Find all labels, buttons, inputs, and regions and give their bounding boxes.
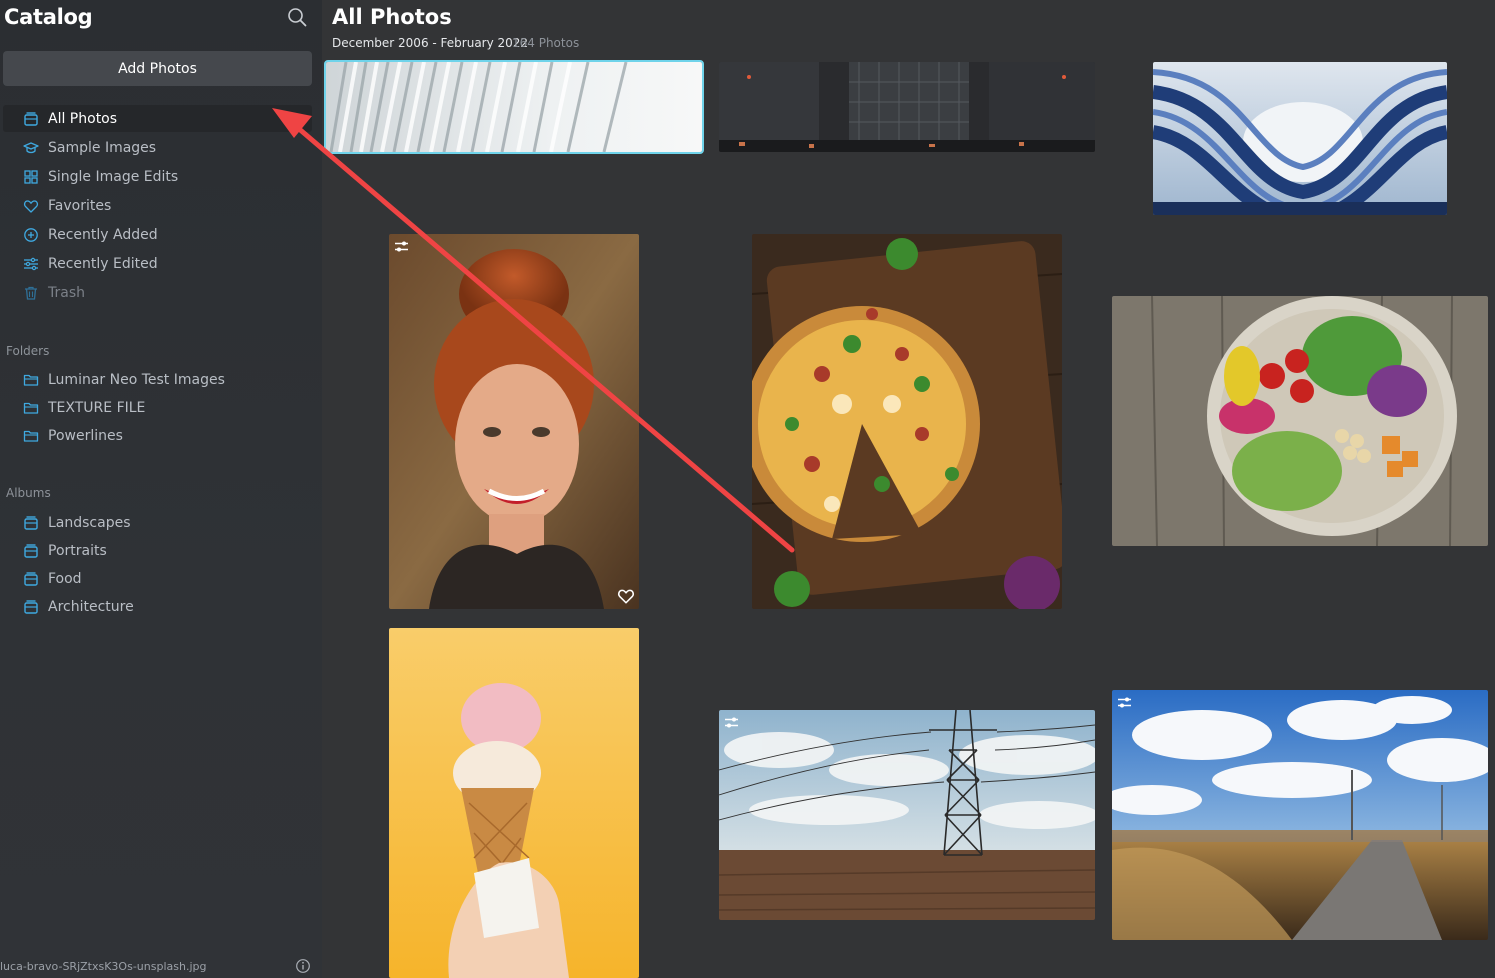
graduation-cap-icon bbox=[22, 139, 40, 157]
album-label: Landscapes bbox=[48, 514, 131, 531]
photo-image bbox=[752, 234, 1062, 609]
folder-icon bbox=[22, 399, 40, 417]
sidebar-item-recently-added[interactable]: Recently Added bbox=[3, 221, 312, 248]
sidebar-item-label: Recently Added bbox=[48, 226, 158, 243]
photo-thumbnail-architecture-blue[interactable] bbox=[1153, 62, 1447, 215]
folder-item[interactable]: Luminar Neo Test Images bbox=[3, 366, 312, 393]
photo-image bbox=[719, 710, 1095, 920]
album-icon bbox=[22, 570, 40, 588]
photo-image bbox=[1153, 62, 1447, 215]
photo-image bbox=[389, 234, 639, 609]
album-icon bbox=[22, 514, 40, 532]
folder-label: TEXTURE FILE bbox=[48, 399, 146, 416]
albums-section-label: Albums bbox=[6, 486, 51, 500]
photo-thumbnail-architecture-white[interactable] bbox=[324, 60, 704, 154]
folder-item[interactable]: TEXTURE FILE bbox=[3, 394, 312, 421]
all-photos-icon bbox=[22, 110, 40, 128]
selected-filename: luca-bravo-SRjZtxsK3Os-unsplash.jpg bbox=[0, 960, 207, 973]
album-item[interactable]: Landscapes bbox=[3, 509, 312, 536]
folder-icon bbox=[22, 427, 40, 445]
page-title: All Photos bbox=[332, 5, 452, 29]
sidebar-item-label: All Photos bbox=[48, 110, 118, 127]
sliders-icon bbox=[22, 255, 40, 273]
sidebar-item-label: Single Image Edits bbox=[48, 168, 179, 185]
photo-image bbox=[719, 62, 1095, 152]
photo-image bbox=[1112, 690, 1488, 940]
photo-image bbox=[389, 628, 639, 978]
album-icon bbox=[22, 542, 40, 560]
photo-thumbnail-road-landscape[interactable] bbox=[1112, 690, 1488, 940]
favorite-heart-icon[interactable] bbox=[617, 587, 635, 605]
sidebar-item-sample-images[interactable]: Sample Images bbox=[3, 134, 312, 161]
catalog-title: Catalog bbox=[4, 5, 93, 29]
photo-image bbox=[1112, 296, 1488, 546]
add-photos-button[interactable]: Add Photos bbox=[3, 51, 312, 86]
sidebar-item-label: Sample Images bbox=[48, 139, 157, 156]
edited-badge-icon bbox=[393, 238, 410, 255]
folder-icon bbox=[22, 371, 40, 389]
date-range: December 2006 - February 2022 bbox=[332, 36, 529, 50]
sidebar-item-favorites[interactable]: Favorites bbox=[3, 192, 312, 219]
sidebar-item-label: Trash bbox=[48, 284, 85, 301]
grid-icon bbox=[22, 168, 40, 186]
sidebar: Catalog Add Photos All Photos Sample Ima… bbox=[0, 0, 322, 978]
album-icon bbox=[22, 598, 40, 616]
sidebar-item-label: Favorites bbox=[48, 197, 112, 214]
photo-thumbnail-powerlines[interactable] bbox=[719, 710, 1095, 920]
album-item[interactable]: Food bbox=[3, 565, 312, 592]
folders-section-label: Folders bbox=[6, 344, 50, 358]
photo-thumbnail-pizza[interactable] bbox=[752, 234, 1062, 609]
album-item[interactable]: Architecture bbox=[3, 593, 312, 620]
heart-icon bbox=[22, 197, 40, 215]
photo-count: 164 Photos bbox=[512, 36, 580, 50]
sidebar-item-all-photos[interactable]: All Photos bbox=[3, 105, 312, 132]
search-icon[interactable] bbox=[286, 6, 308, 28]
album-item[interactable]: Portraits bbox=[3, 537, 312, 564]
edited-badge-icon bbox=[1116, 694, 1133, 711]
sidebar-item-single-image-edits[interactable]: Single Image Edits bbox=[3, 163, 312, 190]
photo-thumbnail-ice-cream[interactable] bbox=[389, 628, 639, 978]
photo-thumbnail-skyscraper-dark[interactable] bbox=[719, 62, 1095, 152]
album-label: Portraits bbox=[48, 542, 107, 559]
plus-circle-icon bbox=[22, 226, 40, 244]
edited-badge-icon bbox=[723, 714, 740, 731]
photo-thumbnail-salad[interactable] bbox=[1112, 296, 1488, 546]
photo-thumbnail-portrait[interactable] bbox=[389, 234, 639, 609]
folder-item[interactable]: Powerlines bbox=[3, 422, 312, 449]
album-label: Architecture bbox=[48, 598, 134, 615]
folder-label: Powerlines bbox=[48, 427, 123, 444]
info-icon[interactable] bbox=[295, 958, 311, 974]
photo-image bbox=[326, 62, 702, 152]
trash-icon bbox=[22, 284, 40, 302]
sidebar-item-trash[interactable]: Trash bbox=[3, 279, 312, 306]
folder-label: Luminar Neo Test Images bbox=[48, 371, 225, 388]
album-label: Food bbox=[48, 570, 82, 587]
sidebar-item-label: Recently Edited bbox=[48, 255, 158, 272]
sidebar-item-recently-edited[interactable]: Recently Edited bbox=[3, 250, 312, 277]
